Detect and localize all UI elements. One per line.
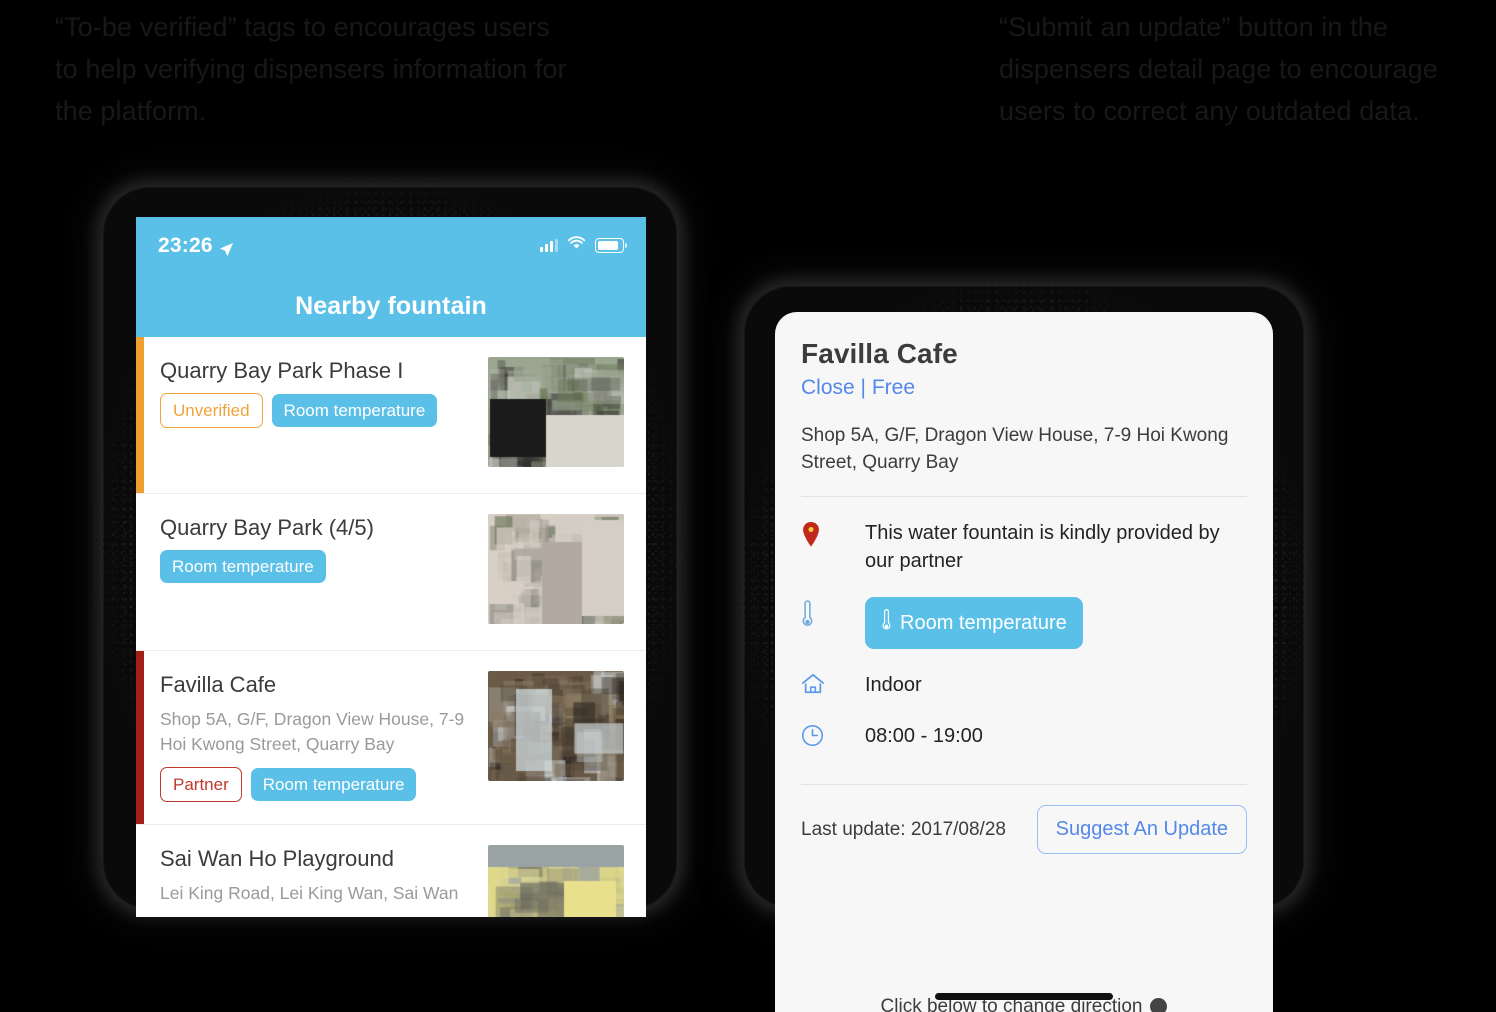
list-item-thumbnail (488, 671, 624, 781)
fountain-detail-card: Favilla Cafe Close | Free Shop 5A, G/F, … (775, 312, 1273, 1012)
list-item-content: Quarry Bay Park Phase I Unverified Room te… (160, 357, 488, 428)
cellular-signal-icon (540, 239, 558, 252)
status-bar-indicators (540, 236, 627, 255)
card-footer: Last update: 2017/08/28 Suggest An Updat… (775, 785, 1273, 854)
map-pin-icon (801, 519, 865, 553)
thermometer-icon (801, 597, 865, 634)
detail-card-mockup: Favilla Cafe Close | Free Shop 5A, G/F, … (729, 271, 1319, 1012)
list-item-title: Quarry Bay Park (4/5) (160, 515, 374, 540)
fountain-list[interactable]: Quarry Bay Park Phase I Unverified Room te… (136, 337, 646, 917)
detail-info-list: This water fountain is kindly provided b… (775, 497, 1273, 784)
nav-bar: Nearby fountain (136, 275, 646, 337)
location-arrow-icon (219, 239, 234, 256)
list-item-tags: Unverified Room temperature (160, 393, 474, 428)
status-bar-time: 23:26 (158, 234, 213, 257)
list-item-title: Quarry Bay Park Phase I (160, 358, 404, 383)
wifi-icon (567, 236, 586, 255)
status-bar: 23:26 (136, 217, 646, 275)
info-row-temperature: Room temperature (801, 597, 1247, 649)
list-item-thumbnail (488, 845, 624, 917)
list-item-status-stripe (136, 651, 144, 824)
list-item-tags: Partner Room temperature (160, 767, 474, 802)
caption-right: “Submit an update” button in the dispens… (999, 12, 1438, 126)
hint-dot-icon (1150, 998, 1168, 1012)
list-item-content: Sai Wan Ho Playground Lei King Road, Lei … (160, 845, 488, 916)
detail-title: Favilla Cafe (801, 338, 958, 369)
list-item-title: Favilla Cafe (160, 672, 277, 697)
phone-mockup: 23:26 Nearby fountain Quarry Bay Park Ph… (88, 172, 692, 924)
list-item-tags: Room temperature (160, 550, 474, 583)
battery-icon (595, 238, 627, 253)
info-row-hours: 08:00 - 19:00 (801, 722, 1247, 752)
list-item-content: Quarry Bay Park (4/5) Room temperature (160, 514, 488, 583)
card-header: Favilla Cafe Close | Free Shop 5A, G/F, … (775, 312, 1273, 476)
info-row-indoor: Indoor (801, 671, 1247, 700)
room-temperature-badge[interactable]: Room temperature (865, 597, 1083, 649)
detail-address: Shop 5A, G/F, Dragon View House, 7-9 Hoi… (801, 425, 1229, 473)
list-item-status-stripe (136, 337, 144, 493)
tag-room-temperature[interactable]: Room temperature (160, 550, 326, 583)
list-item-thumbnail (488, 514, 624, 624)
temperature-badge-wrap: Room temperature (865, 597, 1083, 649)
last-update-label: Last update: 2017/08/28 (801, 818, 1006, 840)
room-temperature-badge-label: Room temperature (900, 611, 1067, 634)
tag-unverified[interactable]: Unverified (160, 393, 263, 428)
phone-screen: 23:26 Nearby fountain Quarry Bay Park Ph… (136, 217, 646, 917)
indoor-label: Indoor (865, 674, 922, 696)
caption-left: “To-be verified” tags to encourages user… (55, 12, 567, 126)
detail-status-link[interactable]: Close | Free (801, 376, 1247, 400)
tag-room-temperature[interactable]: Room temperature (250, 768, 417, 801)
opening-hours: 08:00 - 19:00 (865, 725, 983, 747)
home-indicator[interactable] (935, 993, 1113, 1000)
thermometer-glyph-icon (881, 608, 892, 638)
list-item-content: Favilla Cafe Shop 5A, G/F, Dragon View Ho… (160, 671, 488, 802)
fountain-list-item[interactable]: Sai Wan Ho Playground Lei King Road, Lei … (136, 825, 646, 917)
list-item-thumbnail (488, 357, 624, 467)
list-item-title: Sai Wan Ho Playground (160, 846, 394, 871)
fountain-list-item[interactable]: Quarry Bay Park Phase I Unverified Room te… (136, 337, 646, 494)
list-item-address: Shop 5A, G/F, Dragon View House, 7-9 Hoi… (160, 709, 465, 754)
status-bar-time-group: 23:26 (158, 234, 234, 258)
clock-icon (801, 722, 865, 752)
tag-partner[interactable]: Partner (160, 767, 242, 802)
info-row-partner: This water fountain is kindly provided b… (801, 519, 1247, 575)
partner-note: This water fountain is kindly provided b… (865, 522, 1220, 572)
list-item-address: Lei King Road, Lei King Wan, Sai Wan (160, 883, 459, 903)
page-title: Nearby fountain (295, 291, 487, 320)
home-icon (801, 671, 865, 700)
suggest-an-update-button[interactable]: Suggest An Update (1036, 805, 1247, 854)
fountain-list-item[interactable]: Quarry Bay Park (4/5) Room temperature (136, 494, 646, 651)
tag-room-temperature[interactable]: Room temperature (271, 394, 438, 427)
fountain-list-item[interactable]: Favilla Cafe Shop 5A, G/F, Dragon View Ho… (136, 651, 646, 825)
